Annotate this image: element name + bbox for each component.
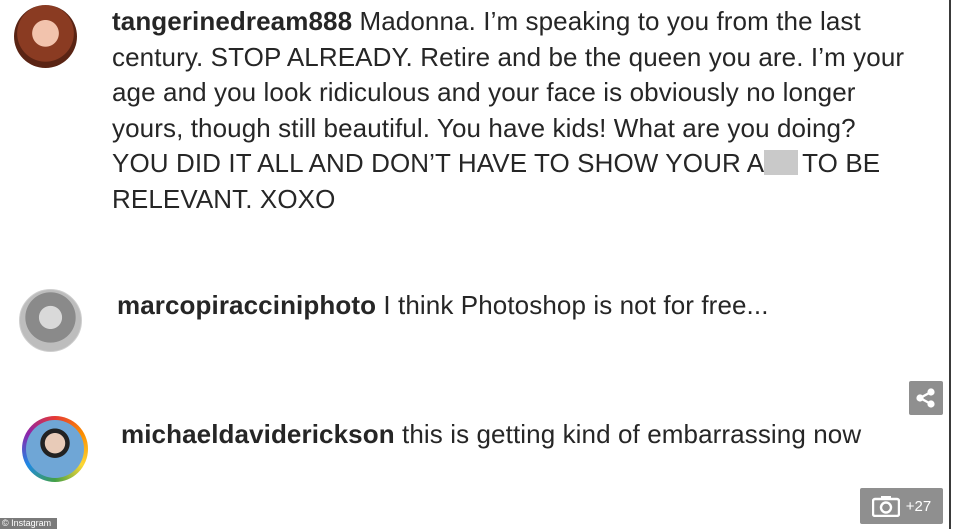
- redaction-block: [764, 150, 799, 175]
- frame-border: [949, 0, 951, 529]
- avatar[interactable]: [22, 416, 88, 482]
- comment-username[interactable]: michaeldaviderickson: [121, 419, 395, 449]
- avatar[interactable]: [14, 5, 77, 68]
- comment-text: marcopiracciniphoto I think Photoshop is…: [117, 288, 917, 324]
- camera-icon: [871, 496, 900, 517]
- comment-text: michaeldaviderickson this is getting kin…: [121, 417, 881, 453]
- avatar[interactable]: [19, 289, 82, 352]
- comment-body: I think Photoshop is not for free...: [376, 290, 769, 320]
- comment-username[interactable]: tangerinedream888: [112, 6, 352, 36]
- image-credit: © Instagram: [0, 518, 58, 529]
- share-icon: [916, 388, 935, 408]
- gallery-button[interactable]: +27: [860, 488, 943, 524]
- avatar-photo: [26, 420, 84, 478]
- comment-body: this is getting kind of embarrassing now: [394, 419, 862, 449]
- comment-username[interactable]: marcopiracciniphoto: [117, 290, 376, 320]
- comment-text: tangerinedream888 Madonna. I’m speaking …: [112, 4, 912, 217]
- share-button[interactable]: [909, 381, 943, 415]
- gallery-count: +27: [905, 497, 932, 515]
